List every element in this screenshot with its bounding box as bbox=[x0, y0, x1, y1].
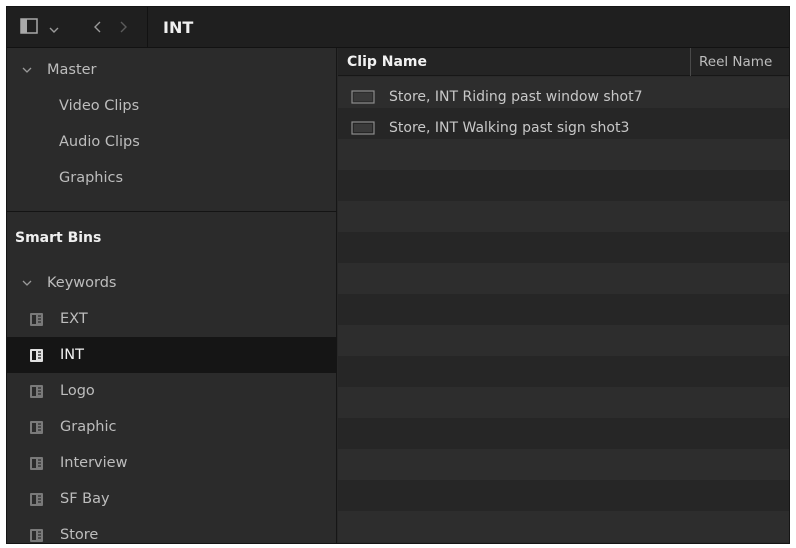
bin-label: Video Clips bbox=[59, 98, 140, 114]
bin-label: Audio Clips bbox=[59, 134, 140, 150]
clip-name: Store, INT Riding past window shot7 bbox=[389, 88, 643, 105]
smart-bin-graphic[interactable]: Graphic bbox=[7, 409, 337, 445]
table-row[interactable]: Store, INT Walking past sign shot3 bbox=[338, 112, 789, 143]
video-clip-icon bbox=[351, 120, 375, 135]
smart-bins-heading: Smart Bins bbox=[7, 220, 337, 256]
smart-bin-icon bbox=[29, 456, 44, 471]
column-header-reel-name[interactable]: Reel Name bbox=[699, 48, 772, 76]
bin-label: Graphics bbox=[59, 170, 124, 186]
smart-bin-label: INT bbox=[60, 347, 84, 363]
chevron-down-icon bbox=[49, 18, 59, 37]
smart-bin-icon bbox=[29, 348, 44, 363]
video-clip-icon bbox=[351, 89, 375, 104]
toolbar-divider bbox=[147, 7, 148, 48]
empty-row bbox=[338, 387, 789, 418]
empty-row bbox=[338, 511, 789, 542]
smart-bin-label: Graphic bbox=[60, 419, 117, 435]
keywords-group[interactable]: Keywords bbox=[7, 265, 337, 301]
master-bin-label: Master bbox=[47, 62, 97, 78]
smart-bins-label: Smart Bins bbox=[15, 230, 102, 246]
empty-row bbox=[338, 232, 789, 263]
forward-arrow-icon bbox=[120, 18, 127, 37]
smart-bin-icon bbox=[29, 528, 44, 543]
empty-row bbox=[338, 170, 789, 201]
smart-bin-store[interactable]: Store bbox=[7, 517, 337, 543]
smart-bin-icon bbox=[29, 420, 44, 435]
smart-bin-label: EXT bbox=[60, 311, 88, 327]
bin-audio-clips[interactable]: Audio Clips bbox=[7, 124, 337, 160]
smart-bin-icon bbox=[29, 312, 44, 327]
smart-bin-label: Interview bbox=[60, 455, 128, 471]
current-bin-title: INT bbox=[163, 18, 194, 37]
bin-sidebar: Master Video Clips Audio Clips Graphics … bbox=[7, 48, 337, 543]
master-bin[interactable]: Master bbox=[7, 52, 337, 88]
empty-row bbox=[338, 325, 789, 356]
sidebar-divider bbox=[7, 211, 337, 212]
sidebar-options-button[interactable] bbox=[43, 7, 65, 48]
bin-video-clips[interactable]: Video Clips bbox=[7, 88, 337, 124]
back-button[interactable] bbox=[85, 7, 109, 48]
empty-row bbox=[338, 294, 789, 325]
table-row[interactable]: Store, INT Riding past window shot7 bbox=[338, 81, 789, 112]
chevron-down-icon[interactable] bbox=[21, 280, 33, 286]
back-arrow-icon bbox=[93, 18, 101, 37]
empty-row bbox=[338, 480, 789, 511]
column-header-row: Clip Name Reel Name bbox=[338, 48, 789, 76]
sidebar-panel-icon bbox=[20, 17, 38, 38]
media-pool-window: INT Master Video Clips Audio Clips Graph… bbox=[6, 6, 790, 544]
forward-button[interactable] bbox=[111, 7, 135, 48]
column-header-clip-name[interactable]: Clip Name bbox=[347, 48, 427, 76]
keywords-label: Keywords bbox=[47, 275, 117, 291]
list-background bbox=[338, 77, 789, 543]
smart-bin-label: Logo bbox=[60, 383, 95, 399]
smart-bin-label: Store bbox=[60, 527, 99, 543]
smart-bin-interview[interactable]: Interview bbox=[7, 445, 337, 481]
column-resize-handle[interactable] bbox=[690, 48, 691, 76]
sidebar-toggle-button[interactable] bbox=[15, 7, 43, 48]
smart-bin-icon bbox=[29, 492, 44, 507]
empty-row bbox=[338, 418, 789, 449]
empty-row bbox=[338, 201, 789, 232]
empty-row bbox=[338, 449, 789, 480]
clip-name: Store, INT Walking past sign shot3 bbox=[389, 119, 630, 136]
empty-row bbox=[338, 356, 789, 387]
smart-bin-sf-bay[interactable]: SF Bay bbox=[7, 481, 337, 517]
chevron-down-icon[interactable] bbox=[21, 67, 33, 73]
smart-bin-ext[interactable]: EXT bbox=[7, 301, 337, 337]
top-bar: INT bbox=[7, 7, 789, 48]
smart-bin-int[interactable]: INT bbox=[7, 337, 337, 373]
smart-bin-icon bbox=[29, 384, 44, 399]
bin-graphics[interactable]: Graphics bbox=[7, 160, 337, 196]
smart-bin-label: SF Bay bbox=[60, 491, 110, 507]
smart-bin-logo[interactable]: Logo bbox=[7, 373, 337, 409]
empty-row bbox=[338, 139, 789, 170]
clip-list-panel: Clip Name Reel Name Store, INT Riding pa… bbox=[338, 48, 789, 543]
empty-row bbox=[338, 263, 789, 294]
